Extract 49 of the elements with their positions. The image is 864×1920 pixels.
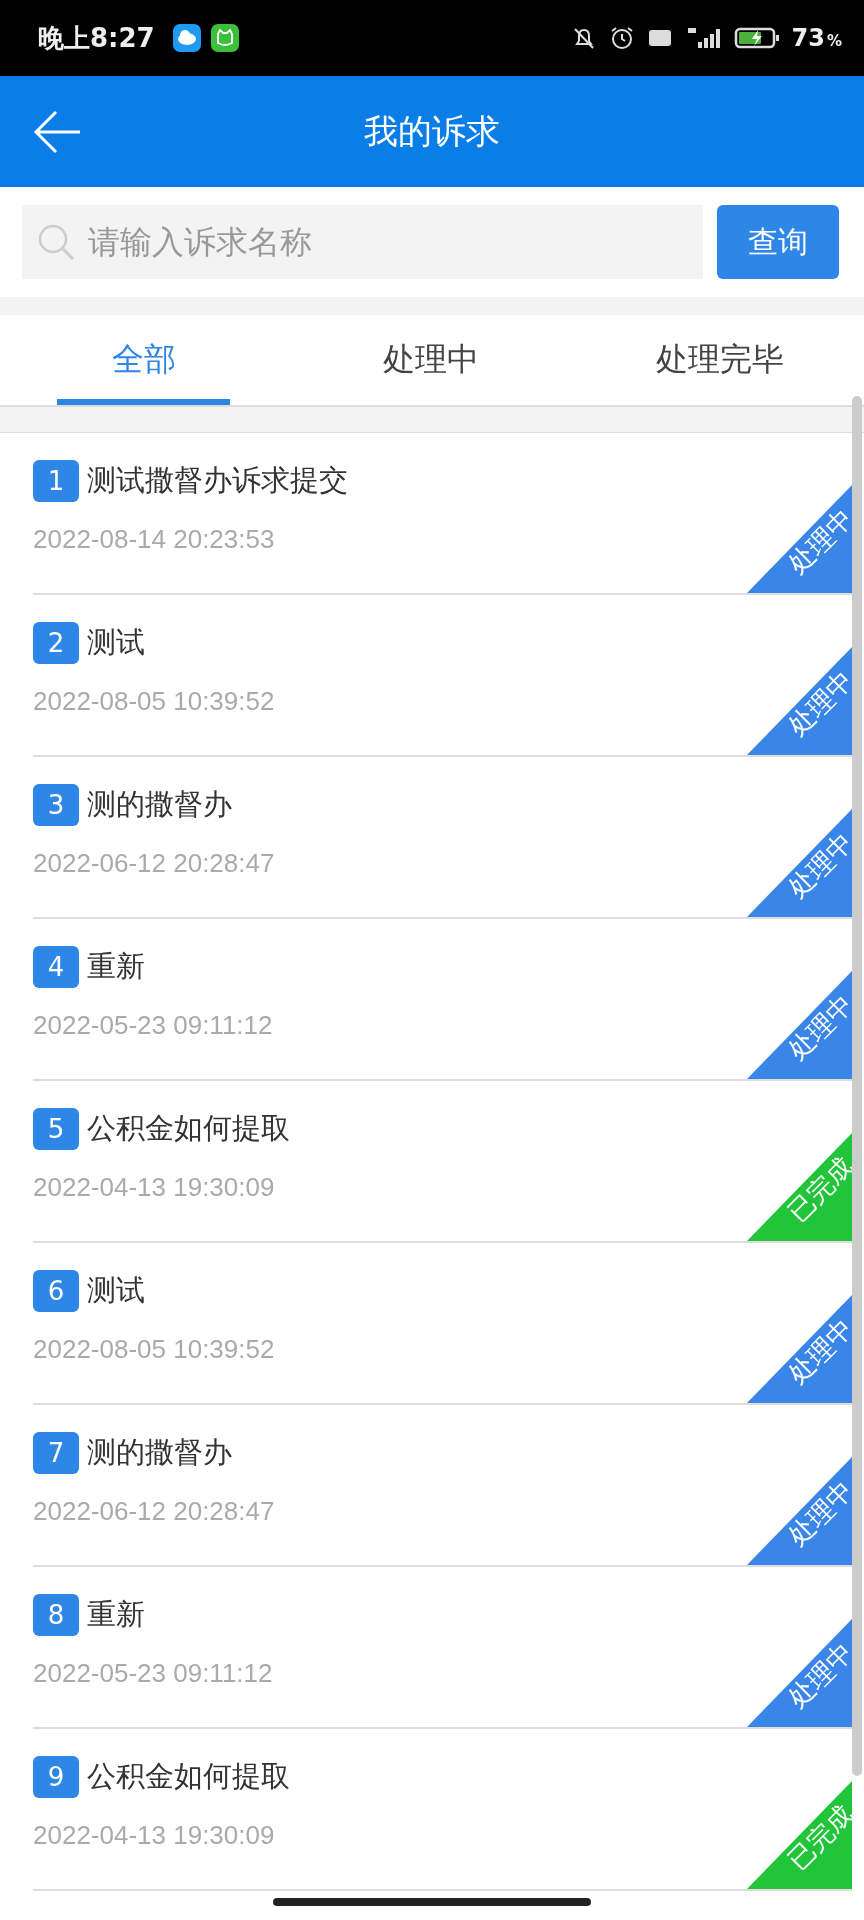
item-title[interactable]: 测试 [87, 1271, 145, 1311]
item-date: 2022-06-12 20:28:47 [33, 848, 275, 879]
home-indicator[interactable] [273, 1898, 591, 1906]
status-ribbon: 处理中 [747, 647, 852, 755]
scrollbar[interactable] [852, 396, 862, 1776]
item-date: 2022-05-23 09:11:12 [33, 1010, 273, 1041]
item-date: 2022-08-05 10:39:52 [33, 686, 275, 717]
item-date: 2022-06-12 20:28:47 [33, 1496, 275, 1527]
status-ribbon: 处理中 [747, 1619, 852, 1727]
item-title[interactable]: 重新 [87, 1595, 145, 1635]
tab[interactable]: 处理完毕 [575, 315, 864, 405]
search-icon [36, 222, 76, 262]
cloud-app-icon [172, 24, 201, 52]
item-title[interactable]: 测试 [87, 623, 145, 663]
item-date: 2022-04-13 19:30:09 [33, 1172, 275, 1203]
number-badge: 6 [33, 1270, 79, 1312]
item-title[interactable]: 测的撒督办 [87, 785, 232, 825]
number-badge: 7 [33, 1432, 79, 1474]
item-date: 2022-04-13 19:30:09 [33, 1820, 275, 1851]
search-field[interactable]: 请输入诉求名称 [22, 205, 703, 279]
page-title: 我的诉求 [364, 109, 500, 153]
search-button[interactable]: 查询 [717, 205, 839, 279]
status-ribbon: 处理中 [747, 1295, 852, 1403]
battery-unit: % [826, 32, 842, 50]
number-badge: 1 [33, 460, 79, 502]
status-ribbon: 处理中 [747, 485, 852, 593]
number-badge: 2 [33, 622, 79, 664]
number-badge: 4 [33, 946, 79, 988]
item-title[interactable]: 测试撒督办诉求提交 [87, 461, 348, 501]
item-title[interactable]: 测的撒督办 [87, 1433, 232, 1473]
status-ribbon: 处理中 [747, 971, 852, 1079]
status-ribbon: 处理中 [747, 809, 852, 917]
cat-app-icon [210, 24, 239, 52]
status-time: 晚上8:27 [38, 21, 155, 55]
number-badge: 3 [33, 784, 79, 826]
back-arrow-icon[interactable] [32, 110, 82, 154]
battery-percent: 73 [791, 24, 825, 52]
tab[interactable]: 全部 [57, 315, 230, 405]
status-ribbon: 处理中 [747, 1457, 852, 1565]
item-date: 2022-08-14 20:23:53 [33, 524, 275, 555]
number-badge: 9 [33, 1756, 79, 1798]
number-badge: 8 [33, 1594, 79, 1636]
item-title[interactable]: 重新 [87, 947, 145, 987]
tab[interactable]: 处理中 [287, 315, 576, 405]
number-badge: 5 [33, 1108, 79, 1150]
item-title[interactable]: 公积金如何提取 [87, 1757, 290, 1797]
item-title[interactable]: 公积金如何提取 [87, 1109, 290, 1149]
item-date: 2022-08-05 10:39:52 [33, 1334, 275, 1365]
item-date: 2022-05-23 09:11:12 [33, 1658, 273, 1689]
